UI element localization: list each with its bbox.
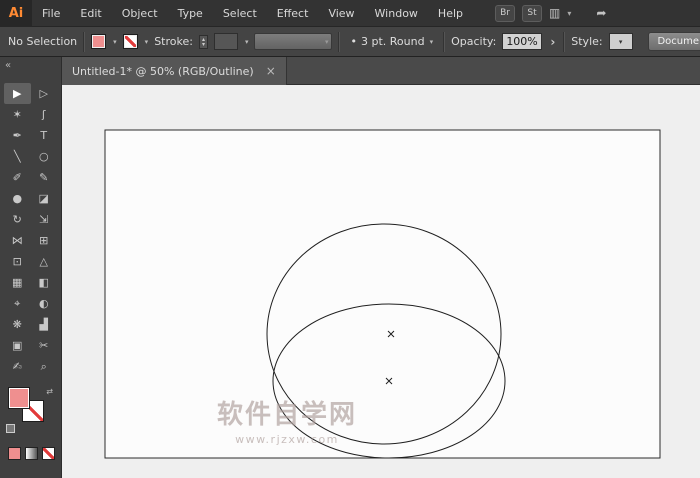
slice-tool[interactable]: ✂ [31,335,58,356]
document-setup-button[interactable]: Docume [648,32,700,51]
stroke-weight-caret-icon[interactable]: ▾ [245,38,249,46]
gradient-tool[interactable]: ◧ [31,272,58,293]
illustrator-window: Ai File Edit Object Type Select Effect V… [0,0,700,478]
width-tool[interactable]: ⋈ [4,230,31,251]
magic-wand-tool[interactable]: ✶ [4,104,31,125]
selection-status: No Selection [8,35,78,48]
document-tab-bar: Untitled-1* @ 50% (RGB/Outline) × [62,57,700,85]
stroke-label: Stroke: [154,35,193,48]
opacity-panel-arrow[interactable]: › [548,35,557,49]
canvas[interactable]: 软件自学网 www.rjzxw.com [62,85,700,478]
line-segment-tool[interactable]: ╲ [4,146,31,167]
tools-panel: « ▶ ▷ ✶ ʃ ✒ T ╲ ○ ✐ ✎ ● ◪ ↻ ⇲ ⋈ ⊞ ⊡ △ ▦ ◧ ⌖ ◐ ❋ ▟ ▣ ✂ ✍ ⌕ ⇄ [0,57,62,478]
eyedropper-tool[interactable]: ⌖ [4,293,31,314]
blend-tool[interactable]: ◐ [31,293,58,314]
ellipse-tool[interactable]: ○ [31,146,58,167]
menubar-icons: Br St ▥ ▾ ➦ [495,4,606,22]
paintbrush-tool[interactable]: ✐ [4,167,31,188]
stroke-weight-field[interactable] [213,33,238,50]
scale-tool[interactable]: ⇲ [31,209,58,230]
artboard [104,129,661,459]
divider [443,31,446,52]
fill-caret-icon[interactable]: ▾ [113,38,117,46]
toolbar-collapse-button[interactable]: « [0,57,61,83]
menu-edit[interactable]: Edit [70,0,111,27]
menu-effect[interactable]: Effect [267,0,319,27]
document-tab[interactable]: Untitled-1* @ 50% (RGB/Outline) × [62,57,287,85]
paint-mode-row [8,447,61,460]
eraser-tool[interactable]: ◪ [31,188,58,209]
column-graph-tool[interactable]: ▟ [31,314,58,335]
brush-name: 3 pt. Round [360,35,425,48]
stepper-down-icon[interactable]: ▾ [202,41,205,47]
brush-caret-icon: ▾ [429,37,434,46]
divider [338,31,341,52]
control-bar: No Selection ▾ ▾ Stroke: ▴ ▾ ▾ ▾ • 3 pt.… [0,27,700,57]
document-tab-title: Untitled-1* @ 50% (RGB/Outline) [72,64,254,78]
mesh-tool[interactable]: ▦ [4,272,31,293]
stroke-color-swatch[interactable] [122,34,138,49]
blob-brush-tool[interactable]: ● [4,188,31,209]
lasso-tool[interactable]: ʃ [31,104,58,125]
workspace-switcher-icon[interactable]: ▥ [549,6,560,20]
drawing-layer [104,129,661,459]
none-mode-button[interactable] [42,447,55,460]
divider [563,31,566,52]
menu-type[interactable]: Type [168,0,213,27]
color-mode-button[interactable] [8,447,21,460]
menu-file[interactable]: File [32,0,70,27]
tab-close-icon[interactable]: × [266,65,276,77]
perspective-grid-tool[interactable]: △ [31,251,58,272]
gradient-mode-button[interactable] [25,447,38,460]
swap-colors-icon[interactable]: ⇄ [46,387,53,396]
divider [83,31,86,52]
opacity-label: Opacity: [451,35,497,48]
share-icon[interactable]: ➦ [596,6,606,20]
shape-builder-tool[interactable]: ⊡ [4,251,31,272]
document-area: Untitled-1* @ 50% (RGB/Outline) × 软件自学网 … [62,57,700,478]
zoom-tool[interactable]: ⌕ [31,356,58,377]
pencil-tool[interactable]: ✎ [31,167,58,188]
style-caret-icon: ▾ [618,37,623,46]
type-tool[interactable]: T [31,125,58,146]
pen-tool[interactable]: ✒ [4,125,31,146]
workspace: « ▶ ▷ ✶ ʃ ✒ T ╲ ○ ✐ ✎ ● ◪ ↻ ⇲ ⋈ ⊞ ⊡ △ ▦ ◧ ⌖ ◐ ❋ ▟ ▣ ✂ ✍ ⌕ ⇄ Untitle… [0,57,700,478]
width-profile-dropdown[interactable]: ▾ [254,33,333,50]
menu-object[interactable]: Object [112,0,168,27]
tools-grid: ▶ ▷ ✶ ʃ ✒ T ╲ ○ ✐ ✎ ● ◪ ↻ ⇲ ⋈ ⊞ ⊡ △ ▦ ◧ ⌖ ◐ ❋ ▟ ▣ ✂ ✍ ⌕ [0,83,61,377]
width-profile-caret-icon: ▾ [324,37,329,46]
opacity-field[interactable]: 100% [502,33,543,50]
menu-window[interactable]: Window [365,0,428,27]
style-label: Style: [571,35,603,48]
default-colors-icon[interactable] [6,424,15,433]
free-transform-tool[interactable]: ⊞ [31,230,58,251]
stroke-caret-icon[interactable]: ▾ [145,38,149,46]
workspace-caret-icon[interactable]: ▾ [567,9,571,18]
hand-tool[interactable]: ✍ [4,356,31,377]
bridge-button[interactable]: Br [495,4,515,22]
fill-color-swatch[interactable] [91,34,107,49]
brush-dot-icon: • [350,35,357,48]
symbol-sprayer-tool[interactable]: ❋ [4,314,31,335]
artboard-tool[interactable]: ▣ [4,335,31,356]
stock-button[interactable]: St [522,4,542,22]
direct-selection-tool[interactable]: ▷ [31,83,58,104]
menu-view[interactable]: View [318,0,364,27]
menu-select[interactable]: Select [213,0,267,27]
fill-well[interactable] [8,387,30,409]
stroke-weight-stepper[interactable]: ▴ ▾ [198,34,208,49]
style-dropdown[interactable]: ▾ [608,33,633,50]
color-wells: ⇄ [6,387,57,433]
app-logo: Ai [0,0,32,27]
brush-definition-dropdown[interactable]: • 3 pt. Round ▾ [346,33,437,50]
selection-tool[interactable]: ▶ [4,83,31,104]
menu-help[interactable]: Help [428,0,473,27]
menu-bar: Ai File Edit Object Type Select Effect V… [0,0,700,27]
rotate-tool[interactable]: ↻ [4,209,31,230]
